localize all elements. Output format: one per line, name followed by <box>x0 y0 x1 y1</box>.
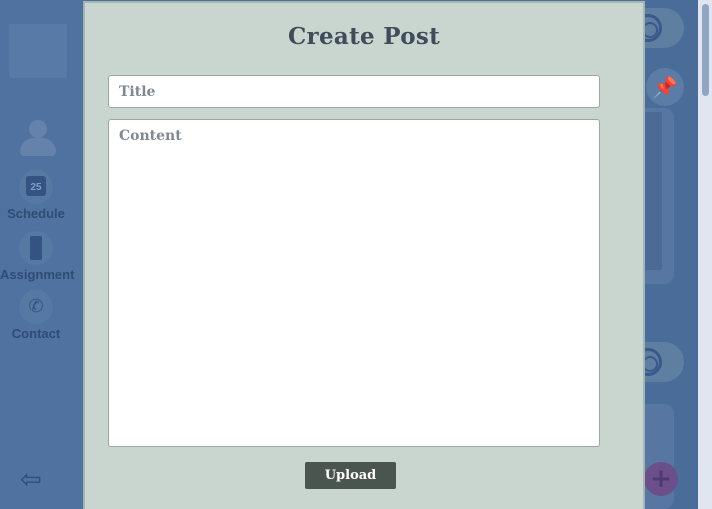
book-icon <box>19 231 53 265</box>
sidebar-item-contact[interactable]: ✆ Contact <box>0 290 72 341</box>
sidebar-item-label: Schedule <box>7 206 65 221</box>
upload-button[interactable]: Upload <box>305 462 396 489</box>
sidebar-item-label: Assignment <box>0 267 75 282</box>
calendar-badge: 25 <box>26 176 46 196</box>
modal-title: Create Post <box>287 23 441 50</box>
profile-avatar-icon[interactable] <box>18 120 58 156</box>
background-panel-inner <box>644 112 662 270</box>
add-icon: + <box>644 462 678 496</box>
sidebar-item-schedule[interactable]: 25 Schedule <box>0 170 72 221</box>
calendar-icon: 25 <box>19 170 53 204</box>
post-title-input[interactable] <box>108 75 600 108</box>
scrollbar-thumb[interactable] <box>702 4 709 96</box>
app-logo <box>9 24 67 78</box>
phone-icon: ✆ <box>19 290 53 324</box>
sidebar: 25 Schedule Assignment ✆ Contact ⇦ <box>0 0 82 509</box>
post-content-textarea[interactable] <box>108 119 600 447</box>
sidebar-item-assignment[interactable]: Assignment <box>0 231 75 282</box>
sidebar-item-label: Contact <box>11 326 61 341</box>
create-post-modal: Create Post Upload <box>83 1 645 509</box>
logout-icon[interactable]: ⇦ <box>20 466 54 494</box>
pin-icon: 📌 <box>646 68 684 106</box>
